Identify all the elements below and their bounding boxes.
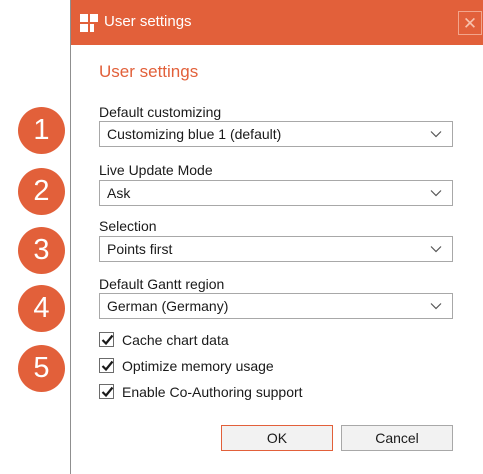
chevron-down-icon — [430, 303, 442, 310]
chevron-down-icon — [430, 190, 442, 197]
cancel-button[interactable]: Cancel — [341, 425, 453, 451]
live-update-mode-value: Ask — [107, 185, 131, 201]
default-customizing-label: Default customizing — [99, 104, 222, 120]
checkmark-icon — [101, 386, 114, 398]
checkbox-box[interactable] — [99, 332, 114, 347]
default-gantt-region-select[interactable]: German (Germany) — [99, 293, 453, 319]
callout-badge-3: 3 — [18, 227, 65, 274]
close-icon: ✕ — [462, 14, 478, 33]
default-gantt-region-label: Default Gantt region — [99, 276, 225, 292]
selection-value: Points first — [107, 241, 173, 257]
optimize-memory-usage-label: Optimize memory usage — [122, 358, 274, 374]
title-bar: User settings ✕ — [71, 0, 483, 45]
selection-label: Selection — [99, 218, 157, 234]
chevron-down-icon — [430, 246, 442, 253]
checkmark-icon — [101, 360, 114, 372]
window-title: User settings — [104, 13, 192, 30]
cache-chart-data-label: Cache chart data — [122, 332, 229, 348]
checkmark-icon — [101, 334, 114, 346]
app-logo-icon — [80, 14, 98, 32]
selection-select[interactable]: Points first — [99, 236, 453, 262]
callout-badge-1: 1 — [18, 107, 65, 154]
close-button[interactable]: ✕ — [458, 11, 482, 35]
default-gantt-region-value: German (Germany) — [107, 298, 229, 314]
ok-button[interactable]: OK — [221, 425, 333, 451]
enable-co-authoring-label: Enable Co-Authoring support — [122, 384, 303, 400]
default-customizing-select[interactable]: Customizing blue 1 (default) — [99, 121, 453, 147]
callout-badge-2: 2 — [18, 168, 65, 215]
default-customizing-value: Customizing blue 1 (default) — [107, 126, 282, 142]
checkbox-box[interactable] — [99, 384, 114, 399]
live-update-mode-label: Live Update Mode — [99, 162, 213, 178]
chevron-down-icon — [430, 131, 442, 138]
live-update-mode-select[interactable]: Ask — [99, 180, 453, 206]
checkbox-box[interactable] — [99, 358, 114, 373]
callout-badge-5: 5 — [18, 345, 65, 392]
callout-badge-4: 4 — [18, 285, 65, 332]
user-settings-dialog: User settings ✕ User settings Default cu… — [70, 0, 483, 474]
page-title: User settings — [99, 62, 199, 81]
